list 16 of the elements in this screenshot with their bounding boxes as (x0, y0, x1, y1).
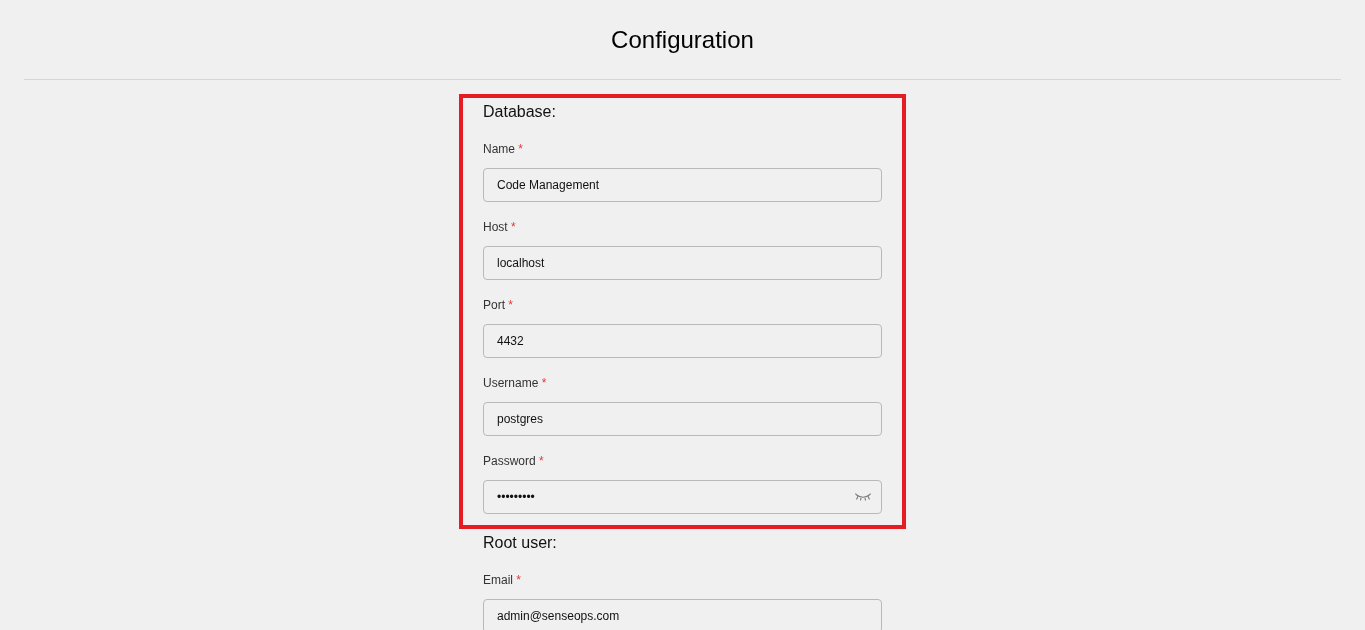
page-title: Configuration (611, 25, 754, 54)
field-label: Email * (483, 572, 522, 588)
input-field[interactable]: Code Management (483, 168, 882, 202)
field-label: Password * (483, 453, 544, 469)
input-field[interactable]: 4432 (483, 324, 882, 358)
field-label: Name * (483, 141, 524, 157)
input-field[interactable]: postgres (483, 402, 882, 436)
input-field[interactable]: localhost (483, 246, 882, 280)
field-label: Host * (483, 219, 516, 235)
section-heading: Database: (483, 102, 557, 122)
field-label: Username * (483, 375, 547, 391)
password-field[interactable]: ••••••••• (483, 480, 882, 514)
field-label: Port * (483, 297, 514, 313)
eye-closed-icon[interactable] (855, 493, 871, 501)
section-heading: Root user: (483, 533, 558, 553)
input-field[interactable]: admin@senseops.com (483, 599, 882, 630)
